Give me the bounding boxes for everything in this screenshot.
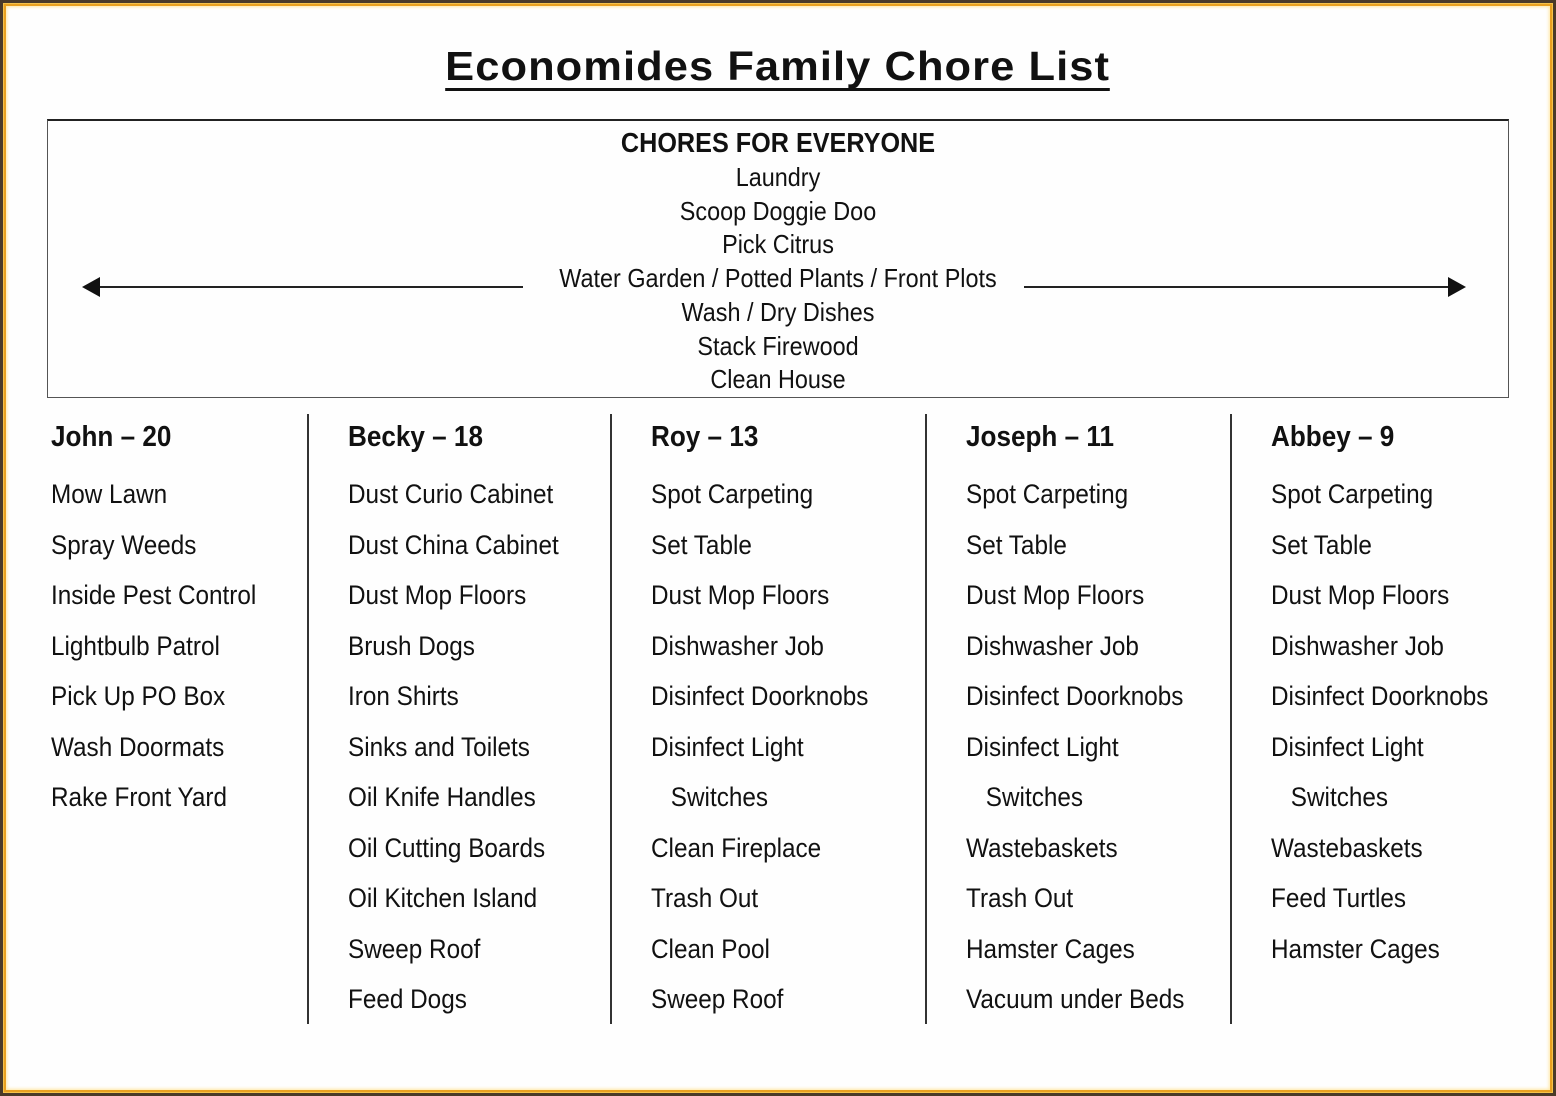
chore-item: Hamster Cages bbox=[1271, 933, 1440, 964]
chore-item: Pick Up PO Box bbox=[51, 681, 226, 711]
chore-item: Lightbulb Patrol bbox=[51, 630, 220, 661]
chore-item: Oil Cutting Boards bbox=[348, 832, 546, 863]
page-title: Economides Family Chore List bbox=[6, 42, 1550, 91]
person-chore-list: Spot Carpeting Set Table Dust Mop Floors… bbox=[1271, 469, 1513, 974]
chore-item: Spray Weeds bbox=[51, 529, 197, 560]
chore-item: Disinfect Light bbox=[1271, 731, 1424, 762]
chore-item: Oil Knife Handles bbox=[348, 782, 536, 812]
chore-item: Spot Carpeting bbox=[966, 479, 1129, 509]
chore-item: Spot Carpeting bbox=[1271, 479, 1434, 509]
chore-item: Set Table bbox=[966, 529, 1067, 560]
chore-item: Dust Mop Floors bbox=[966, 580, 1145, 610]
person-column-joseph: Joseph – 11 Spot Carpeting Set Table Dus… bbox=[966, 414, 1226, 1024]
column-divider bbox=[925, 414, 927, 1024]
chore-item: Disinfect Doorknobs bbox=[1271, 681, 1489, 711]
person-column-abbey: Abbey – 9 Spot Carpeting Set Table Dust … bbox=[1271, 414, 1541, 1024]
document-page: Economides Family Chore List CHORES FOR … bbox=[6, 6, 1550, 1090]
chore-item: Spot Carpeting bbox=[651, 479, 814, 509]
shared-chore-item: Laundry bbox=[735, 162, 821, 192]
chore-item: Sweep Roof bbox=[651, 984, 784, 1014]
arrow-left-line bbox=[89, 286, 523, 288]
chore-item: Wastebaskets bbox=[1271, 832, 1423, 863]
page-title-text: Economides Family Chore List bbox=[445, 43, 1111, 91]
person-column-becky: Becky – 18 Dust Curio Cabinet Dust China… bbox=[348, 414, 598, 1024]
chore-item: Feed Dogs bbox=[348, 984, 467, 1014]
chore-item: Hamster Cages bbox=[966, 933, 1135, 964]
chore-item: Set Table bbox=[1271, 529, 1372, 560]
chore-item: Dust Mop Floors bbox=[651, 580, 830, 610]
shared-chore-item: Water Garden / Potted Plants / Front Plo… bbox=[559, 263, 997, 294]
chores-for-everyone-heading: CHORES FOR EVERYONE bbox=[620, 127, 936, 158]
chore-item: Wash Doormats bbox=[51, 731, 225, 762]
chore-item: Set Table bbox=[651, 529, 752, 560]
shared-chore-item: Scoop Doggie Doo bbox=[679, 195, 877, 226]
chore-item: Dishwasher Job bbox=[651, 630, 824, 661]
chore-item: Feed Turtles bbox=[1271, 883, 1407, 913]
chore-item: Mow Lawn bbox=[51, 479, 168, 509]
chore-item: Disinfect Light bbox=[651, 731, 804, 762]
chore-item: Dust Curio Cabinet bbox=[348, 479, 554, 509]
person-columns: John – 20 Mow Lawn Spray Weeds Inside Pe… bbox=[6, 414, 1550, 1024]
chore-item: Dust Mop Floors bbox=[348, 580, 527, 610]
shared-chore-item: Pick Citrus bbox=[722, 229, 834, 260]
person-heading: Becky – 18 bbox=[348, 421, 483, 453]
person-chore-list: Mow Lawn Spray Weeds Inside Pest Control… bbox=[51, 469, 279, 823]
shared-chore-item: Clean House bbox=[710, 364, 846, 395]
chore-item: Sweep Roof bbox=[348, 933, 481, 964]
chore-item: Disinfect Doorknobs bbox=[651, 681, 869, 711]
arrow-right-line bbox=[1024, 286, 1454, 288]
arrow-right-icon bbox=[1448, 277, 1466, 297]
person-chore-list: Spot Carpeting Set Table Dust Mop Floors… bbox=[651, 469, 893, 1025]
column-divider bbox=[610, 414, 612, 1024]
chore-item: Rake Front Yard bbox=[51, 782, 228, 812]
chore-item: Clean Pool bbox=[651, 933, 770, 964]
chore-item: Brush Dogs bbox=[348, 630, 475, 661]
shared-chore-list: Laundry Scoop Doggie Doo Pick Citrus Wat… bbox=[48, 161, 1508, 397]
chore-item: Vacuum under Beds bbox=[966, 984, 1185, 1014]
chore-item: Inside Pest Control bbox=[51, 580, 257, 610]
shared-chore-item: Wash / Dry Dishes bbox=[681, 296, 875, 327]
chore-item: Oil Kitchen Island bbox=[348, 883, 538, 913]
chore-item-continuation: Switches bbox=[985, 782, 1084, 812]
chore-item: Clean Fireplace bbox=[651, 832, 822, 863]
chore-item: Wastebaskets bbox=[966, 832, 1118, 863]
person-heading: John – 20 bbox=[51, 421, 172, 453]
chore-item-continuation: Switches bbox=[1290, 782, 1389, 812]
chore-item: Disinfect Light bbox=[966, 731, 1119, 762]
person-heading: Joseph – 11 bbox=[966, 421, 1114, 453]
column-divider bbox=[1230, 414, 1232, 1024]
chore-item: Dishwasher Job bbox=[1271, 630, 1444, 661]
person-column-john: John – 20 Mow Lawn Spray Weeds Inside Pe… bbox=[51, 414, 301, 1024]
person-chore-list: Dust Curio Cabinet Dust China Cabinet Du… bbox=[348, 469, 582, 1025]
chore-item: Trash Out bbox=[651, 883, 759, 913]
chore-item: Iron Shirts bbox=[348, 681, 459, 711]
chore-item: Dust Mop Floors bbox=[1271, 580, 1450, 610]
shared-chore-item: Stack Firewood bbox=[697, 330, 859, 361]
chore-item-continuation: Switches bbox=[670, 782, 769, 812]
person-heading: Roy – 13 bbox=[651, 421, 759, 453]
chore-item: Disinfect Doorknobs bbox=[966, 681, 1184, 711]
chore-item: Dishwasher Job bbox=[966, 630, 1139, 661]
column-divider bbox=[307, 414, 309, 1024]
chore-item: Trash Out bbox=[966, 883, 1074, 913]
person-chore-list: Spot Carpeting Set Table Dust Mop Floors… bbox=[966, 469, 1209, 1025]
chore-item: Dust China Cabinet bbox=[348, 529, 559, 560]
arrow-left-icon bbox=[82, 277, 100, 297]
chores-for-everyone-box: CHORES FOR EVERYONE Laundry Scoop Doggie… bbox=[47, 119, 1509, 398]
person-heading: Abbey – 9 bbox=[1271, 421, 1395, 453]
person-column-roy: Roy – 13 Spot Carpeting Set Table Dust M… bbox=[651, 414, 921, 1024]
chore-item: Sinks and Toilets bbox=[348, 731, 530, 762]
